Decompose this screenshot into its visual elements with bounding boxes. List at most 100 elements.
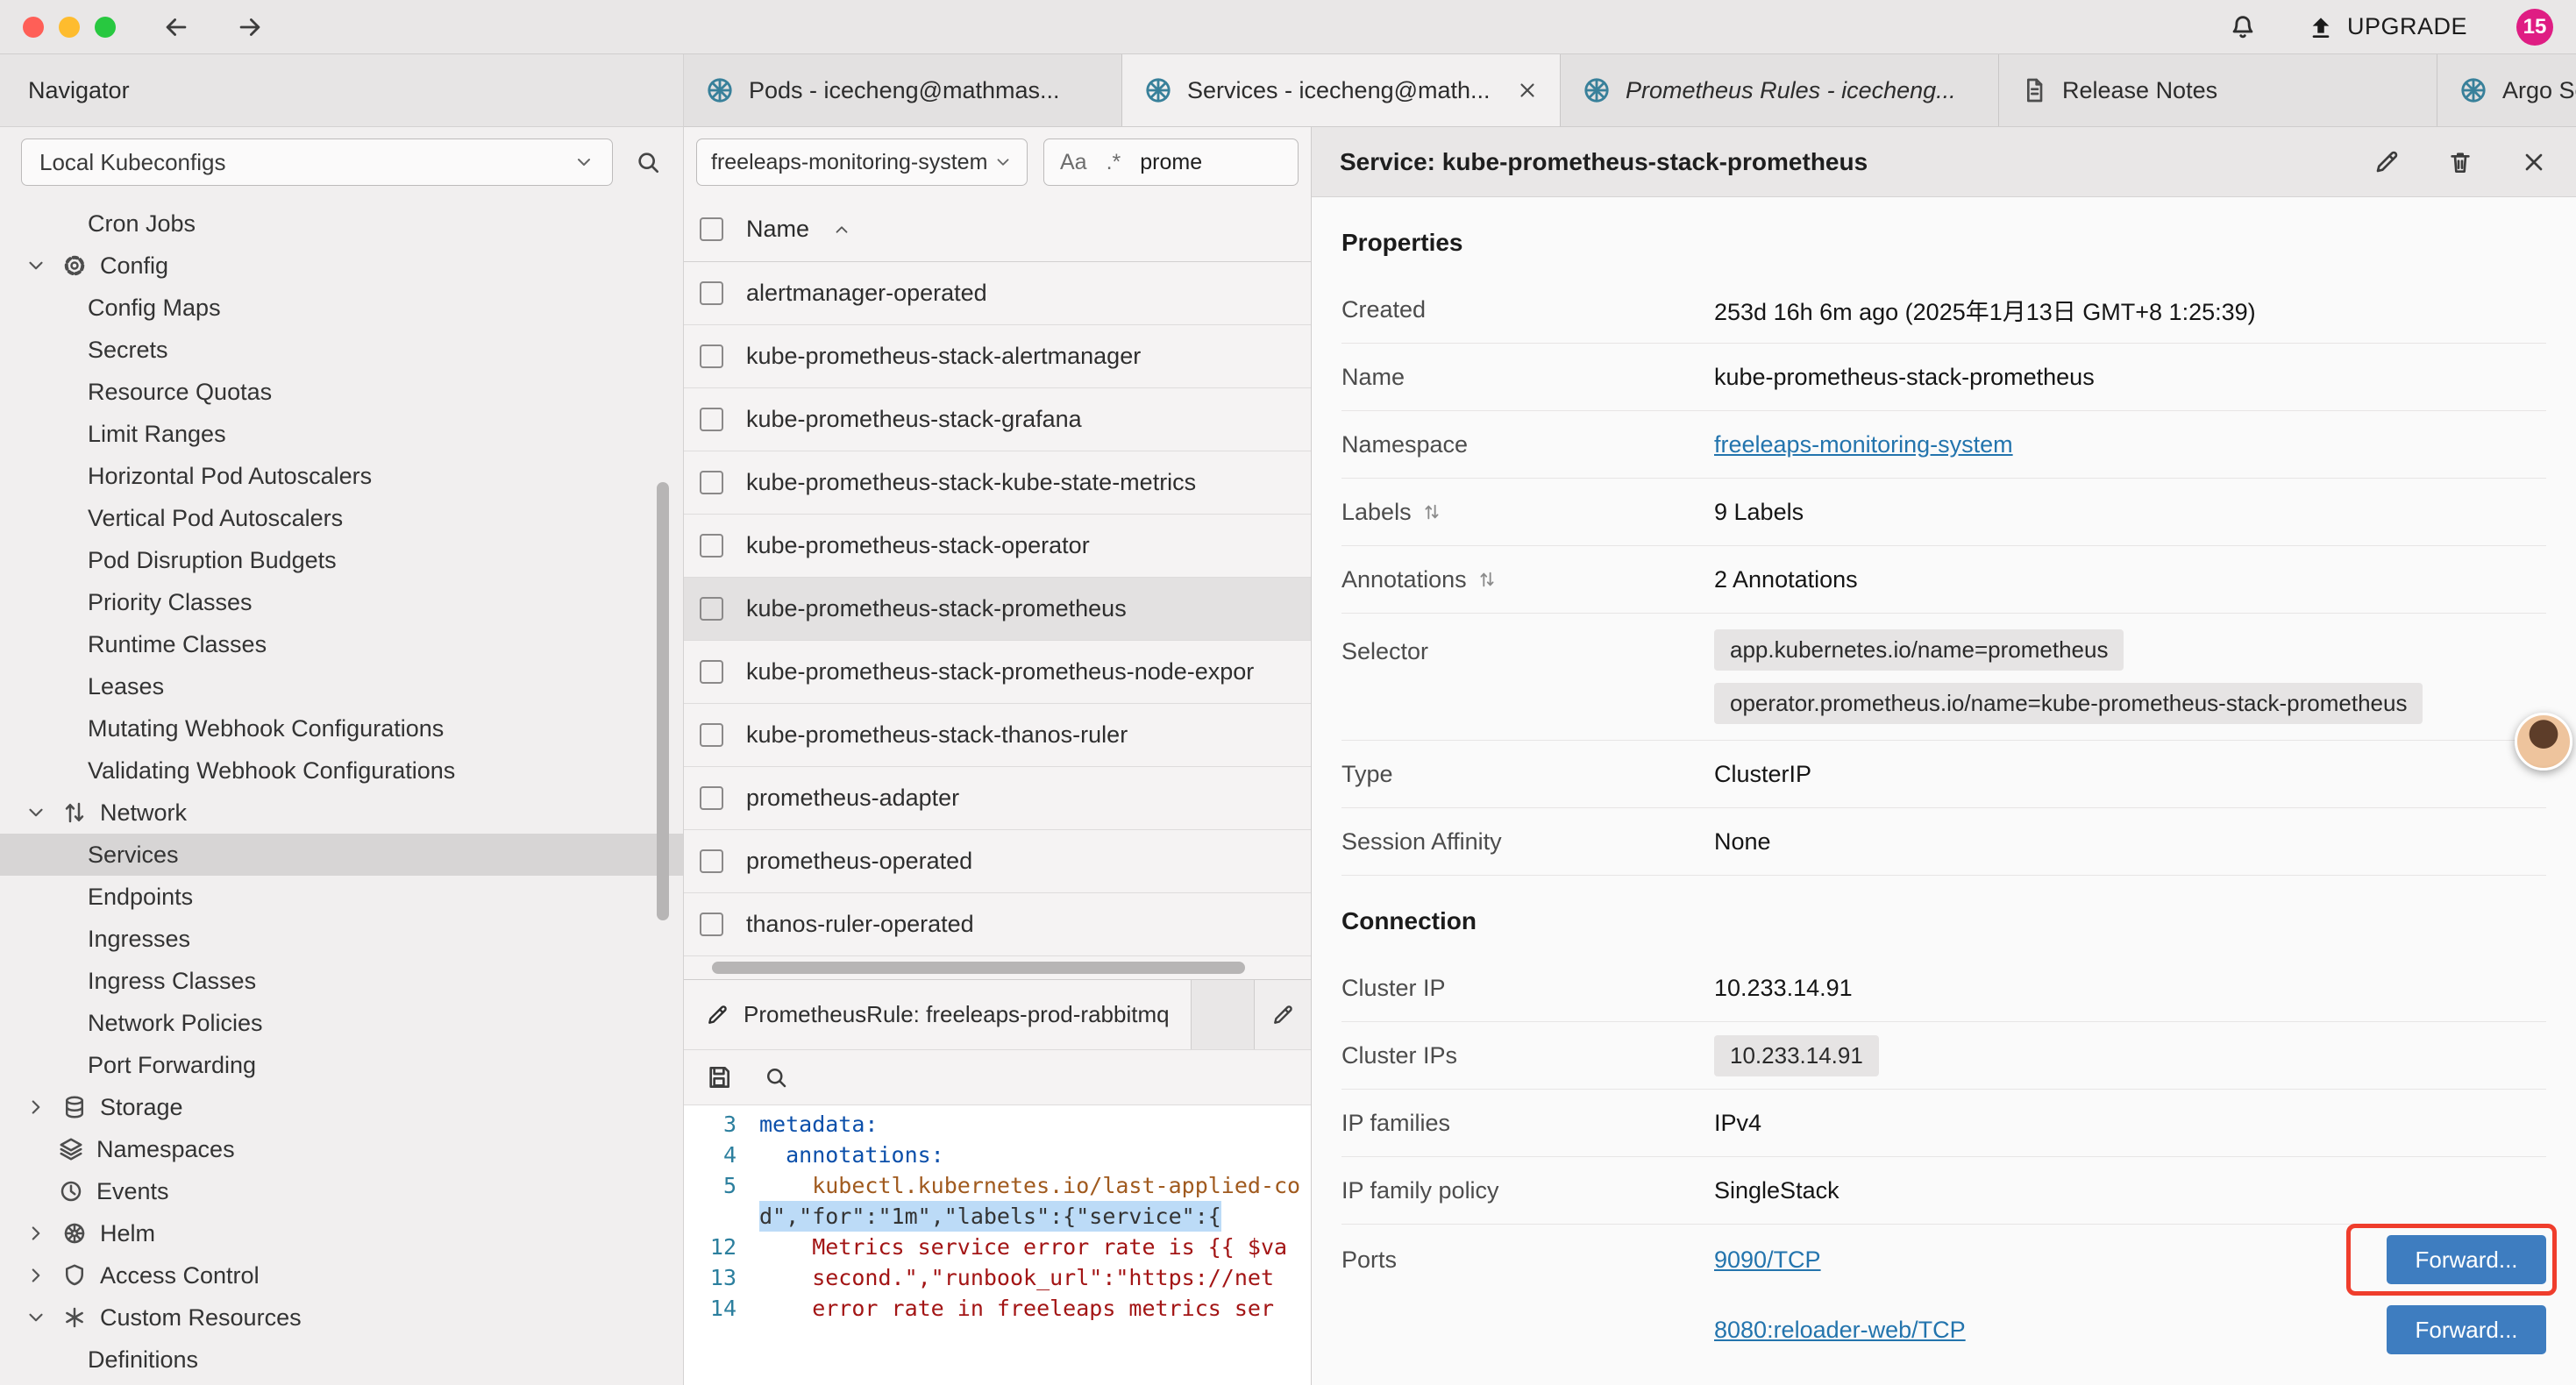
namespace-filter-select[interactable]: freeleaps-monitoring-system — [696, 138, 1028, 186]
row-checkbox[interactable] — [700, 281, 723, 305]
close-window-button[interactable] — [23, 17, 44, 38]
forward-button-8080[interactable]: Forward... — [2387, 1305, 2546, 1354]
table-row[interactable]: kube-prometheus-stack-thanos-ruler — [684, 704, 1311, 767]
regex-toggle[interactable]: .* — [1107, 150, 1121, 175]
zoom-window-button[interactable] — [95, 17, 116, 38]
port-link-8080[interactable]: 8080:reloader-web/TCP — [1714, 1317, 1966, 1344]
chevron-down-icon — [23, 254, 49, 277]
table-row[interactable]: prometheus-adapter — [684, 767, 1311, 830]
sidebar-item-events[interactable]: Events — [0, 1170, 683, 1212]
match-case-toggle[interactable]: Aa — [1060, 150, 1087, 175]
sidebar-item-network-policies[interactable]: Network Policies — [0, 1002, 683, 1044]
tab-prometheus-rules[interactable]: Prometheus Rules - icecheng... — [1561, 54, 1999, 126]
sidebar-item-services[interactable]: Services — [0, 834, 683, 876]
yaml-editor[interactable]: 3metadata: 4 annotations: 5 kubectl.kube… — [684, 1105, 1311, 1385]
row-checkbox[interactable] — [700, 471, 723, 494]
table-row[interactable]: alertmanager-operated — [684, 262, 1311, 325]
row-checkbox[interactable] — [700, 597, 723, 621]
kubeconfig-selector[interactable]: Local Kubeconfigs — [21, 138, 613, 186]
forward-button-9090[interactable]: Forward... — [2387, 1235, 2546, 1284]
sidebar-item-ingress-classes[interactable]: Ingress Classes — [0, 960, 683, 1002]
tab-services[interactable]: Services - icecheng@math... — [1122, 54, 1561, 126]
tab-release-notes[interactable]: Release Notes — [1999, 54, 2437, 126]
sidebar-item-runtime-classes[interactable]: Runtime Classes — [0, 623, 683, 665]
sidebar-item-network[interactable]: Network — [0, 792, 683, 834]
line-number: 3 — [684, 1109, 759, 1140]
navigator-header: Navigator — [0, 54, 683, 127]
close-details-icon[interactable] — [2520, 148, 2548, 176]
sidebar-item-endpoints[interactable]: Endpoints — [0, 876, 683, 918]
notifications-bell-icon[interactable] — [2228, 12, 2258, 42]
horizontal-scrollbar-thumb[interactable] — [712, 962, 1245, 974]
row-checkbox[interactable] — [700, 849, 723, 873]
app-body: Navigator Local Kubeconfigs Cron Jobs Co… — [0, 54, 2576, 1385]
row-checkbox[interactable] — [700, 723, 723, 747]
row-checkbox[interactable] — [700, 786, 723, 810]
window-controls — [23, 17, 116, 38]
sidebar-item-resource-quotas[interactable]: Resource Quotas — [0, 371, 683, 413]
row-checkbox[interactable] — [700, 344, 723, 368]
document-icon — [2020, 76, 2048, 104]
edit-pencil-icon[interactable] — [2373, 148, 2401, 176]
sidebar-item-storage[interactable]: Storage — [0, 1086, 683, 1128]
sidebar-item-custom-resources[interactable]: Custom Resources — [0, 1296, 683, 1339]
sidebar-item-limit-ranges[interactable]: Limit Ranges — [0, 413, 683, 455]
sidebar-item-validating-webhook-configurations[interactable]: Validating Webhook Configurations — [0, 749, 683, 792]
sidebar-scrollbar[interactable] — [657, 482, 669, 920]
port-link-9090[interactable]: 9090/TCP — [1714, 1246, 1821, 1274]
sidebar-item-priority-classes[interactable]: Priority Classes — [0, 581, 683, 623]
search-input[interactable]: Aa .* prome — [1043, 138, 1299, 186]
close-tab-icon[interactable] — [1516, 79, 1539, 102]
sidebar-item-config-maps[interactable]: Config Maps — [0, 287, 683, 329]
table-row-selected[interactable]: kube-prometheus-stack-prometheus — [684, 578, 1311, 641]
table-row[interactable]: kube-prometheus-stack-alertmanager — [684, 325, 1311, 388]
forward-icon[interactable] — [235, 12, 265, 42]
table-row[interactable]: prometheus-operated — [684, 830, 1311, 893]
sidebar-item-helm[interactable]: Helm — [0, 1212, 683, 1254]
code-text: Metrics service error rate is {{ $va — [759, 1232, 1287, 1262]
delete-trash-icon[interactable] — [2446, 148, 2474, 176]
sidebar-item-pod-disruption-budgets[interactable]: Pod Disruption Budgets — [0, 539, 683, 581]
sidebar-item-ingresses[interactable]: Ingresses — [0, 918, 683, 960]
back-icon[interactable] — [161, 12, 191, 42]
sidebar-item-namespaces[interactable]: Namespaces — [0, 1128, 683, 1170]
table-row[interactable]: thanos-ruler-operated — [684, 893, 1311, 956]
select-all-checkbox[interactable] — [700, 217, 723, 241]
table-row[interactable]: kube-prometheus-stack-prometheus-node-ex… — [684, 641, 1311, 704]
save-icon[interactable] — [705, 1063, 733, 1091]
avatar[interactable] — [2515, 713, 2572, 771]
sidebar-item-port-forwarding[interactable]: Port Forwarding — [0, 1044, 683, 1086]
minimize-window-button[interactable] — [59, 17, 80, 38]
expand-toggle-icon[interactable] — [1477, 570, 1497, 589]
dock-tab-partial[interactable] — [1254, 980, 1311, 1049]
row-checkbox[interactable] — [700, 408, 723, 431]
sidebar-item-access-control[interactable]: Access Control — [0, 1254, 683, 1296]
tab-pods[interactable]: Pods - icecheng@mathmas... — [684, 54, 1122, 126]
table-row[interactable]: kube-prometheus-stack-kube-state-metrics — [684, 451, 1311, 515]
row-checkbox[interactable] — [700, 660, 723, 684]
sidebar-item-mutating-webhook-configurations[interactable]: Mutating Webhook Configurations — [0, 707, 683, 749]
tab-label: Release Notes — [2062, 77, 2416, 104]
sidebar-item-vertical-pod-autoscalers[interactable]: Vertical Pod Autoscalers — [0, 497, 683, 539]
tab-argo[interactable]: Argo Se — [2437, 54, 2576, 126]
sort-ascending-icon[interactable] — [832, 220, 851, 239]
upgrade-button[interactable]: UPGRADE — [2307, 13, 2467, 41]
namespace-link[interactable]: freeleaps-monitoring-system — [1714, 431, 2013, 458]
sidebar-item-leases[interactable]: Leases — [0, 665, 683, 707]
sidebar-item-config[interactable]: Config — [0, 245, 683, 287]
sidebar-item-horizontal-pod-autoscalers[interactable]: Horizontal Pod Autoscalers — [0, 455, 683, 497]
service-name: kube-prometheus-stack-kube-state-metrics — [746, 469, 1196, 496]
name-column-header[interactable]: Name — [746, 216, 809, 243]
sidebar-search-icon[interactable] — [634, 148, 662, 176]
row-checkbox[interactable] — [700, 534, 723, 558]
sidebar-item-definitions[interactable]: Definitions — [0, 1339, 683, 1381]
notification-count-badge[interactable]: 15 — [2516, 9, 2553, 46]
table-row[interactable]: kube-prometheus-stack-grafana — [684, 388, 1311, 451]
editor-search-icon[interactable] — [763, 1064, 789, 1090]
expand-toggle-icon[interactable] — [1422, 502, 1441, 522]
row-checkbox[interactable] — [700, 913, 723, 936]
table-row[interactable]: kube-prometheus-stack-operator — [684, 515, 1311, 578]
dock-tab-prometheusrule[interactable]: PrometheusRule: freeleaps-prod-rabbitmq — [684, 980, 1192, 1049]
sidebar-item-cron-jobs[interactable]: Cron Jobs — [0, 202, 683, 245]
sidebar-item-secrets[interactable]: Secrets — [0, 329, 683, 371]
